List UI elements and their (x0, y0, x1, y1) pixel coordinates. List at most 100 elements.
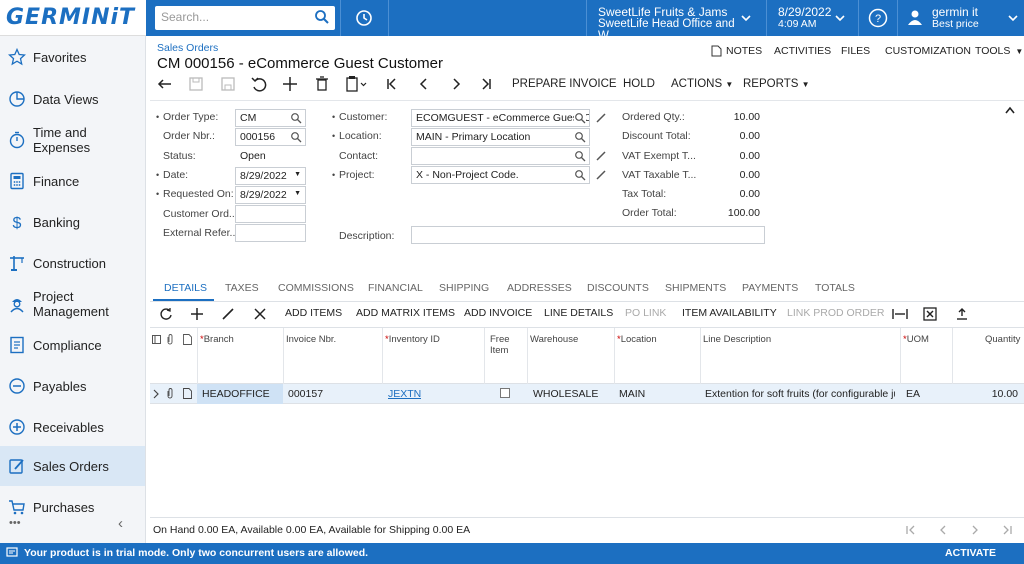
cell-uom[interactable]: EA (906, 388, 920, 400)
add-matrix-items-button[interactable]: ADD MATRIX ITEMS (356, 307, 455, 319)
add-icon[interactable] (282, 72, 298, 96)
cell-line-description[interactable]: Extention for soft fruits (for configura… (705, 388, 895, 400)
next-record-icon[interactable] (448, 72, 464, 96)
item-availability-button[interactable]: ITEM AVAILABILITY (682, 307, 777, 319)
requested-on-field[interactable]: 8/29/2022 ▼ (235, 186, 306, 204)
date-field[interactable]: 8/29/2022 ▼ (235, 167, 306, 185)
cell-invoice-nbr[interactable]: 000157 (288, 388, 323, 400)
caret-down-icon[interactable]: ▼ (294, 190, 301, 197)
company-selector[interactable]: SweetLife Fruits & Jams SweetLife Head O… (598, 6, 738, 42)
link-prod-order-button[interactable]: LINK PROD ORDER (787, 307, 884, 319)
col-line-description[interactable]: Line Description (703, 334, 771, 345)
search-icon[interactable] (314, 9, 330, 25)
sidebar-item-construction[interactable]: Construction (0, 243, 145, 283)
note-icon[interactable] (183, 388, 192, 399)
sidebar-item-favorites[interactable]: Favorites (0, 37, 145, 77)
edit-pencil-icon[interactable] (595, 150, 607, 162)
tab-taxes[interactable]: TAXES (225, 282, 259, 294)
sidebar-item-time-expenses[interactable]: Time and Expenses (0, 120, 145, 160)
activities-button[interactable]: ACTIVITIES (774, 45, 831, 57)
description-field[interactable] (411, 226, 765, 244)
col-inventory-id[interactable]: *Inventory ID (385, 334, 440, 345)
tab-shipping[interactable]: SHIPPING (439, 282, 489, 294)
tools-button[interactable]: TOOLS ▼ (975, 45, 1023, 57)
table-row[interactable]: HEADOFFICE 000157 JEXTN WHOLESALE MAIN E… (150, 384, 1024, 404)
edit-row-icon[interactable] (221, 307, 235, 321)
undo-icon[interactable] (250, 72, 268, 96)
clipboard-icon[interactable] (344, 72, 368, 96)
search-icon[interactable] (574, 169, 586, 181)
search-icon[interactable] (574, 112, 586, 124)
search-icon[interactable] (290, 112, 302, 124)
col-invoice-nbr[interactable]: Invoice Nbr. (286, 334, 336, 345)
excel-export-icon[interactable] (923, 307, 937, 321)
col-location[interactable]: *Location (617, 334, 657, 345)
tab-financial[interactable]: FINANCIAL (368, 282, 423, 294)
sidebar-item-sales-orders[interactable]: Sales Orders (0, 446, 145, 486)
col-quantity[interactable]: Quantity (985, 334, 1020, 345)
attachment-icon[interactable] (166, 388, 174, 399)
prepare-invoice-button[interactable]: PREPARE INVOICE (512, 78, 617, 90)
sidebar-item-compliance[interactable]: Compliance (0, 325, 145, 365)
column-settings-icon[interactable] (152, 335, 161, 344)
more-menu-button[interactable]: ••• (9, 517, 21, 529)
notes-button[interactable]: NOTES (711, 45, 762, 57)
help-icon[interactable]: ? (867, 7, 889, 29)
add-invoice-button[interactable]: ADD INVOICE (464, 307, 532, 319)
caret-down-icon[interactable]: ▼ (294, 171, 301, 178)
cell-inventory-id-link[interactable]: JEXTN (388, 388, 421, 400)
line-details-button[interactable]: LINE DETAILS (544, 307, 613, 319)
tab-commissions[interactable]: COMMISSIONS (278, 282, 354, 294)
add-items-button[interactable]: ADD ITEMS (285, 307, 342, 319)
sidebar-item-receivables[interactable]: Receivables (0, 407, 145, 447)
order-type-field[interactable]: CM (235, 109, 306, 127)
add-row-icon[interactable] (190, 307, 204, 321)
chevron-down-icon[interactable] (834, 12, 846, 24)
last-page-icon[interactable] (1001, 524, 1013, 536)
cell-location[interactable]: MAIN (619, 388, 645, 400)
fit-columns-icon[interactable] (892, 307, 908, 321)
tab-discounts[interactable]: DISCOUNTS (587, 282, 649, 294)
tab-totals[interactable]: TOTALS (815, 282, 855, 294)
cell-warehouse[interactable]: WHOLESALE (533, 388, 598, 400)
free-item-checkbox[interactable] (500, 388, 510, 398)
files-button[interactable]: FILES (841, 45, 870, 57)
customer-field[interactable]: ECOMGUEST - eCommerce Guest Cu (411, 109, 590, 127)
last-record-icon[interactable] (478, 72, 494, 96)
search-input[interactable]: Search... (155, 6, 335, 30)
collapse-sidebar-button[interactable]: ‹ (118, 515, 123, 532)
activate-button[interactable]: ACTIVATE (945, 547, 996, 559)
po-link-button[interactable]: PO LINK (625, 307, 666, 319)
sidebar-item-banking[interactable]: $ Banking (0, 202, 145, 242)
tab-payments[interactable]: PAYMENTS (742, 282, 798, 294)
search-icon[interactable] (574, 131, 586, 143)
project-field[interactable]: X - Non-Project Code. (411, 166, 590, 184)
customization-button[interactable]: CUSTOMIZATION (885, 45, 971, 57)
next-page-icon[interactable] (969, 524, 981, 536)
sidebar-item-project-management[interactable]: Project Management (0, 284, 145, 324)
upload-icon[interactable] (955, 307, 969, 321)
customer-order-field[interactable] (235, 205, 306, 223)
business-date[interactable]: 8/29/2022 4:09 AM (778, 6, 831, 30)
search-icon[interactable] (290, 131, 302, 143)
sidebar-item-finance[interactable]: Finance (0, 161, 145, 201)
col-uom[interactable]: *UOM (903, 334, 929, 345)
chevron-down-icon[interactable] (1007, 12, 1019, 24)
reports-menu-button[interactable]: REPORTS ▼ (743, 78, 810, 90)
tab-shipments[interactable]: SHIPMENTS (665, 282, 726, 294)
previous-record-icon[interactable] (416, 72, 432, 96)
refresh-icon[interactable] (159, 307, 173, 321)
first-page-icon[interactable] (905, 524, 917, 536)
actions-menu-button[interactable]: ACTIONS ▼ (671, 78, 733, 90)
first-record-icon[interactable] (384, 72, 400, 96)
location-field[interactable]: MAIN - Primary Location (411, 128, 590, 146)
delete-icon[interactable] (314, 72, 330, 96)
search-icon[interactable] (574, 150, 586, 162)
previous-page-icon[interactable] (937, 524, 949, 536)
cell-branch[interactable]: HEADOFFICE (202, 388, 270, 400)
delete-row-icon[interactable] (253, 307, 267, 321)
hold-button[interactable]: HOLD (623, 78, 655, 90)
edit-pencil-icon[interactable] (595, 169, 607, 181)
history-icon[interactable] (350, 6, 378, 30)
sidebar-item-data-views[interactable]: Data Views (0, 79, 145, 119)
